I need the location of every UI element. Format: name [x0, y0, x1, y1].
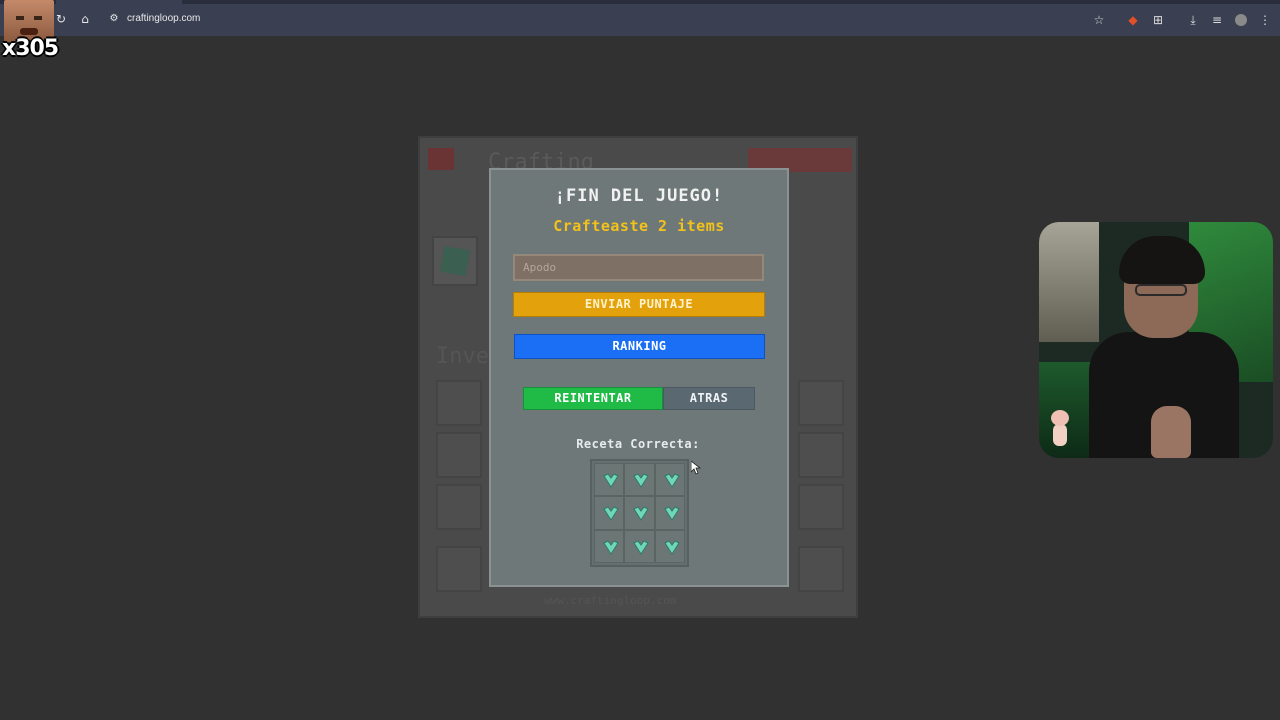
inactive-tab[interactable] [340, 0, 560, 4]
profile-avatar[interactable] [1235, 14, 1247, 26]
download-icon[interactable]: ⤓ [1185, 12, 1201, 28]
recipe-cell [594, 496, 625, 530]
diamond-icon [603, 506, 619, 522]
reload-icon[interactable]: ↻ [54, 12, 68, 26]
recipe-cell [594, 463, 625, 497]
background-footer: www.craftingloop.com [544, 594, 677, 607]
game-over-title: ¡FIN DEL JUEGO! [554, 186, 724, 206]
recipe-cell [624, 496, 655, 530]
background-slot [436, 546, 482, 592]
site-settings-icon[interactable]: ⚙ [107, 12, 121, 26]
recipe-cell [654, 496, 685, 530]
items-crafted-text: Crafteaste 2 items [553, 217, 725, 235]
webcam-overlay [1039, 222, 1273, 458]
background-inventory-label: Inve [436, 344, 489, 369]
active-tab[interactable] [56, 0, 182, 4]
background-slot [798, 546, 844, 592]
diamond-icon [603, 473, 619, 488]
send-score-button[interactable]: ENVIAR PUNTAJE [513, 292, 765, 317]
recipe-grid [590, 459, 689, 567]
media-controls-icon[interactable]: ≡ [1209, 12, 1225, 28]
background-slot [798, 380, 844, 426]
diamond-icon [663, 540, 680, 555]
retry-button[interactable]: REINTENTAR [523, 387, 663, 410]
recipe-cell [624, 529, 655, 563]
ranking-button[interactable]: RANKING [514, 334, 765, 359]
address-bar[interactable]: craftingloop.com [127, 13, 200, 24]
background-item-slot [432, 236, 478, 286]
bookmark-star-icon[interactable]: ☆ [1091, 12, 1107, 28]
mouse-cursor-icon [691, 461, 701, 475]
cartoon-sticker-icon [1047, 410, 1073, 448]
background-slot [436, 484, 482, 530]
back-button[interactable]: ATRAS [663, 387, 755, 410]
counter-text: x305 [2, 36, 59, 61]
recipe-cell [654, 529, 685, 563]
diamond-icon [633, 473, 650, 488]
background-slot [798, 484, 844, 530]
extension-icon[interactable]: ◆ [1125, 12, 1141, 28]
diamond-icon [633, 540, 650, 555]
recipe-cell [624, 463, 655, 497]
nickname-input[interactable] [513, 254, 764, 281]
home-icon[interactable]: ⌂ [78, 12, 92, 26]
recipe-cell [594, 529, 625, 563]
background-close-button [428, 148, 454, 170]
extensions-puzzle-icon[interactable]: ⊞ [1150, 12, 1166, 28]
background-slot [436, 380, 482, 426]
recipe-cell [654, 463, 685, 497]
diamond-icon [663, 506, 680, 522]
diamond-icon [633, 506, 650, 522]
diamond-icon [663, 473, 680, 488]
menu-kebab-icon[interactable]: ⋮ [1257, 12, 1273, 28]
tab-strip [0, 0, 1280, 4]
diamond-icon [603, 540, 619, 555]
